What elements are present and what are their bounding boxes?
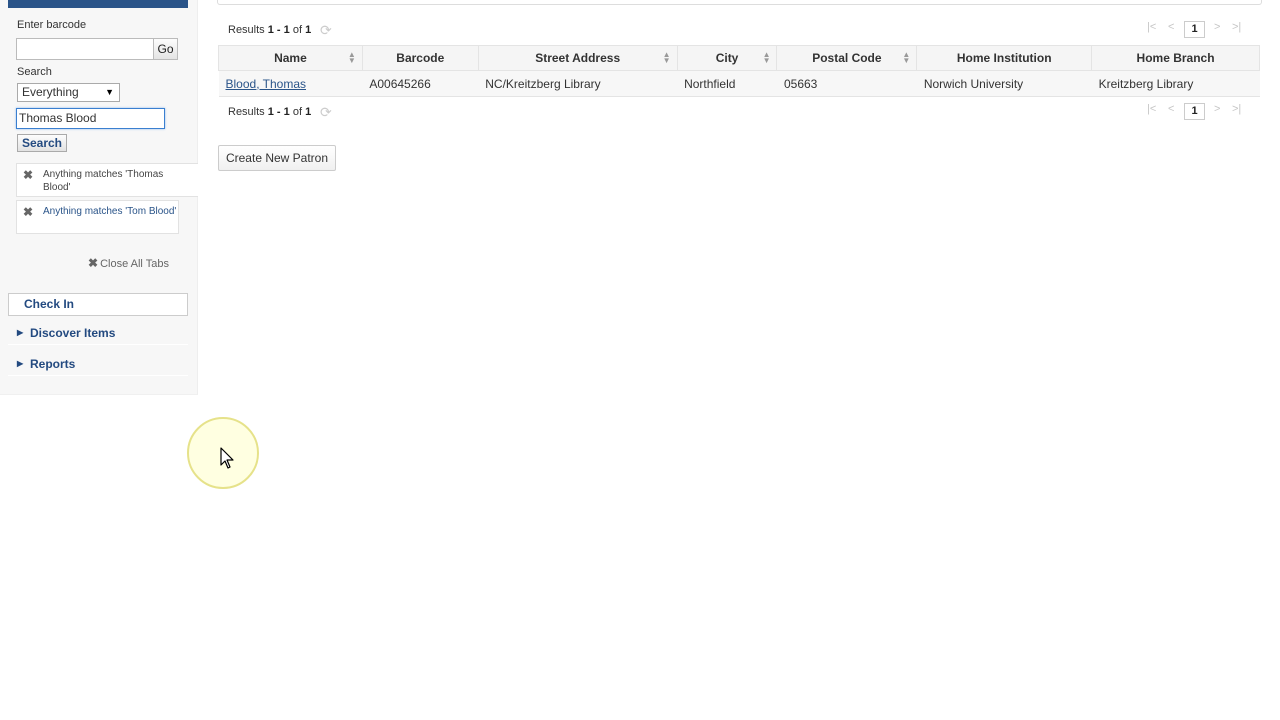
sort-icon: ▲ ▼ xyxy=(662,50,671,65)
column-header-home-branch[interactable]: Home Branch xyxy=(1091,45,1260,71)
patron-name-link[interactable]: Blood, Thomas xyxy=(226,77,307,91)
results-summary-top: Results 1 - 1 of 1 xyxy=(228,24,311,36)
cell-home-institution: Norwich University xyxy=(916,70,1092,97)
barcode-input[interactable] xyxy=(16,38,154,60)
column-header-label: Name xyxy=(274,51,307,65)
results-range: 1 - 1 xyxy=(267,24,290,36)
cell-city: Northfield xyxy=(677,70,777,97)
table-row[interactable]: Blood, Thomas A00645266 NC/Kreitzberg Li… xyxy=(218,70,1260,97)
table-header-row: Name ▲ ▼ Barcode Street Address ▲ ▼ City ▲ ▼ P… xyxy=(218,45,1260,71)
column-header-label: Home Institution xyxy=(956,51,1052,65)
caret-right-icon: ▶ xyxy=(17,328,24,337)
pager-bottom: |< < 1 > >| xyxy=(1144,103,1249,121)
prev-page-icon[interactable]: < xyxy=(1168,21,1174,33)
nav-check-in[interactable]: Check In xyxy=(8,293,188,316)
first-page-icon[interactable]: |< xyxy=(1147,103,1156,115)
cell-home-branch: Kreitzberg Library xyxy=(1091,70,1260,97)
patron-results-table: Name ▲ ▼ Barcode Street Address ▲ ▼ City ▲ ▼ P… xyxy=(218,45,1260,97)
saved-search-tab[interactable]: ✖ Anything matches 'Tom Blood' xyxy=(16,200,179,234)
results-prefix: Results xyxy=(228,106,268,118)
close-icon[interactable]: ✖ xyxy=(23,205,33,219)
next-page-icon[interactable]: > xyxy=(1214,21,1220,33)
sort-icon: ▲ ▼ xyxy=(902,50,911,65)
close-icon[interactable]: ✖ xyxy=(23,168,33,182)
first-page-icon[interactable]: |< xyxy=(1147,21,1156,33)
column-header-name[interactable]: Name ▲ ▼ xyxy=(218,45,363,71)
search-scope-select[interactable]: Everything ▼ xyxy=(17,83,120,102)
cell-street-address: NC/Kreitzberg Library xyxy=(478,70,678,97)
results-total: 1 xyxy=(305,106,312,118)
nav-reports[interactable]: ▶ Reports xyxy=(8,352,188,376)
close-icon: ✖ xyxy=(88,256,99,270)
nav-discover-items-label: Discover Items xyxy=(30,326,116,340)
column-header-street-address[interactable]: Street Address ▲ ▼ xyxy=(477,45,678,71)
results-of: of xyxy=(289,106,306,118)
search-button[interactable]: Search xyxy=(17,134,67,152)
content-top-border xyxy=(217,0,1262,5)
caret-right-icon: ▶ xyxy=(17,359,24,368)
page-number-input[interactable]: 1 xyxy=(1184,103,1205,120)
refresh-icon[interactable]: ⟳ xyxy=(320,22,332,39)
saved-search-label: Anything matches 'Tom Blood' xyxy=(43,206,177,217)
column-header-barcode[interactable]: Barcode xyxy=(361,45,479,71)
results-total: 1 xyxy=(305,24,312,36)
column-header-label: Street Address xyxy=(535,51,621,65)
search-scope-value: Everything xyxy=(22,85,79,99)
column-header-city[interactable]: City ▲ ▼ xyxy=(676,45,778,71)
search-label: Search xyxy=(17,66,52,78)
last-page-icon[interactable]: >| xyxy=(1232,21,1241,33)
cell-name[interactable]: Blood, Thomas xyxy=(218,70,363,97)
column-header-label: Barcode xyxy=(396,51,445,65)
cell-barcode: A00645266 xyxy=(362,70,479,97)
close-all-tabs-label: Close All Tabs xyxy=(100,258,169,270)
barcode-label: Enter barcode xyxy=(17,19,87,31)
results-prefix: Results xyxy=(228,24,268,36)
close-all-tabs-link[interactable]: ✖ Close All Tabs xyxy=(88,256,169,270)
refresh-icon[interactable]: ⟳ xyxy=(320,104,332,121)
pager-top: |< < 1 > >| xyxy=(1144,21,1249,39)
results-of: of xyxy=(289,24,306,36)
column-header-label: Home Branch xyxy=(1136,51,1215,65)
sidebar: Enter barcode Go Search Everything ▼ Tho… xyxy=(0,0,198,395)
saved-search-tab[interactable]: ✖ Anything matches 'Thomas Blood' xyxy=(16,163,198,197)
dropdown-arrow-icon: ▼ xyxy=(105,87,114,97)
column-header-home-institution[interactable]: Home Institution xyxy=(916,45,1093,71)
saved-search-label: Anything matches 'Thomas Blood' xyxy=(43,169,164,193)
prev-page-icon[interactable]: < xyxy=(1168,103,1174,115)
go-button[interactable]: Go xyxy=(153,38,178,60)
results-range: 1 - 1 xyxy=(267,106,290,118)
cell-postal-code: 05663 xyxy=(776,70,917,97)
create-new-patron-button[interactable]: Create New Patron xyxy=(218,145,336,171)
nav-reports-label: Reports xyxy=(30,357,76,371)
column-header-label: Postal Code xyxy=(812,51,882,65)
search-input[interactable]: Thomas Blood xyxy=(16,108,165,129)
column-header-label: City xyxy=(715,51,739,65)
results-summary-bottom: Results 1 - 1 of 1 xyxy=(228,106,311,118)
sort-icon: ▲ ▼ xyxy=(762,50,771,65)
sort-icon: ▲ ▼ xyxy=(347,50,356,65)
next-page-icon[interactable]: > xyxy=(1214,103,1220,115)
column-header-postal-code[interactable]: Postal Code ▲ ▼ xyxy=(776,45,918,71)
page-number-input[interactable]: 1 xyxy=(1184,21,1205,38)
last-page-icon[interactable]: >| xyxy=(1232,103,1241,115)
mouse-pointer-icon xyxy=(220,447,234,469)
sidebar-header-bar xyxy=(8,0,188,8)
nav-discover-items[interactable]: ▶ Discover Items xyxy=(8,321,188,345)
